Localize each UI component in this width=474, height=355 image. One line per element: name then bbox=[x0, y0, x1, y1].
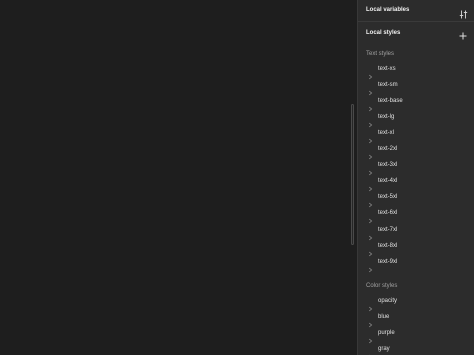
style-item-label: text-2xl bbox=[378, 146, 398, 153]
style-item-label: text-6xl bbox=[378, 210, 398, 217]
style-item[interactable]: text-8xl bbox=[358, 240, 474, 256]
style-item-label: text-sm bbox=[378, 82, 398, 89]
style-item[interactable]: text-lg bbox=[358, 111, 474, 128]
style-item-label: text-base bbox=[378, 98, 403, 105]
chevron-right-icon[interactable] bbox=[368, 131, 373, 144]
style-item[interactable]: text-sm bbox=[358, 79, 474, 96]
chevron-right-icon[interactable] bbox=[368, 147, 373, 160]
style-item[interactable]: text-7xl bbox=[358, 224, 474, 240]
panel-header: Local variables bbox=[358, 0, 474, 22]
chevron-right-icon[interactable] bbox=[368, 83, 373, 96]
chevron-right-icon[interactable] bbox=[368, 331, 373, 344]
style-item[interactable]: purple bbox=[358, 327, 474, 344]
style-item[interactable]: blue bbox=[358, 311, 474, 328]
style-item[interactable]: text-3xl bbox=[358, 159, 474, 176]
style-item-label: text-7xl bbox=[378, 226, 398, 233]
style-item[interactable]: text-9xl bbox=[358, 256, 474, 272]
style-item-label: text-xs bbox=[378, 66, 396, 72]
style-item-label: text-8xl bbox=[378, 242, 398, 249]
plus-icon[interactable] bbox=[458, 28, 468, 40]
chevron-right-icon[interactable] bbox=[368, 299, 373, 312]
adjust-sliders-icon[interactable] bbox=[459, 6, 468, 19]
local-styles-label: Local styles bbox=[366, 30, 401, 36]
style-item-label: text-4xl bbox=[378, 178, 398, 185]
style-item-label: text-lg bbox=[378, 114, 395, 121]
chevron-right-icon[interactable] bbox=[368, 67, 373, 80]
chevron-right-icon[interactable] bbox=[368, 228, 373, 240]
color-styles-section-title: Color styles bbox=[366, 283, 398, 289]
style-item[interactable]: gray bbox=[358, 343, 474, 355]
style-item-label: blue bbox=[378, 314, 390, 321]
local-styles-header: Local styles bbox=[358, 26, 474, 40]
chevron-right-icon[interactable] bbox=[368, 244, 373, 256]
chevron-right-icon[interactable] bbox=[368, 115, 373, 128]
chevron-right-icon[interactable] bbox=[368, 163, 373, 176]
chevron-right-icon[interactable] bbox=[368, 260, 373, 272]
style-item[interactable]: text-5xl bbox=[358, 191, 474, 208]
style-item-label: text-xl bbox=[378, 130, 395, 137]
chevron-right-icon[interactable] bbox=[368, 99, 373, 112]
style-item-label: text-9xl bbox=[378, 258, 398, 265]
style-item[interactable]: text-base bbox=[358, 95, 474, 112]
local-variables-panel: Local variables Local styles Text styles bbox=[357, 0, 474, 355]
style-item[interactable]: text-6xl bbox=[358, 207, 474, 224]
style-item-label: opacity bbox=[378, 298, 398, 304]
chevron-right-icon[interactable] bbox=[368, 195, 373, 208]
style-item-label: text-5xl bbox=[378, 194, 398, 201]
chevron-right-icon[interactable] bbox=[368, 315, 373, 328]
chevron-right-icon[interactable] bbox=[368, 211, 373, 224]
style-item[interactable]: text-4xl bbox=[358, 175, 474, 192]
canvas-scrollbar[interactable] bbox=[351, 104, 354, 245]
style-item[interactable]: text-2xl bbox=[358, 143, 474, 160]
style-item[interactable]: text-xl bbox=[358, 127, 474, 144]
app-window: Local variables Local styles Text styles bbox=[0, 0, 474, 355]
chevron-right-icon[interactable] bbox=[368, 347, 373, 355]
style-item[interactable]: text-xs bbox=[358, 63, 474, 80]
style-item-label: gray bbox=[378, 346, 390, 353]
style-item-label: purple bbox=[378, 330, 395, 337]
chevron-right-icon[interactable] bbox=[368, 179, 373, 192]
text-styles-section-title: Text styles bbox=[366, 51, 395, 57]
design-canvas[interactable] bbox=[0, 0, 357, 355]
style-item[interactable]: opacity bbox=[358, 295, 474, 312]
panel-title: Local variables bbox=[366, 7, 410, 13]
style-item-label: text-3xl bbox=[378, 162, 398, 169]
